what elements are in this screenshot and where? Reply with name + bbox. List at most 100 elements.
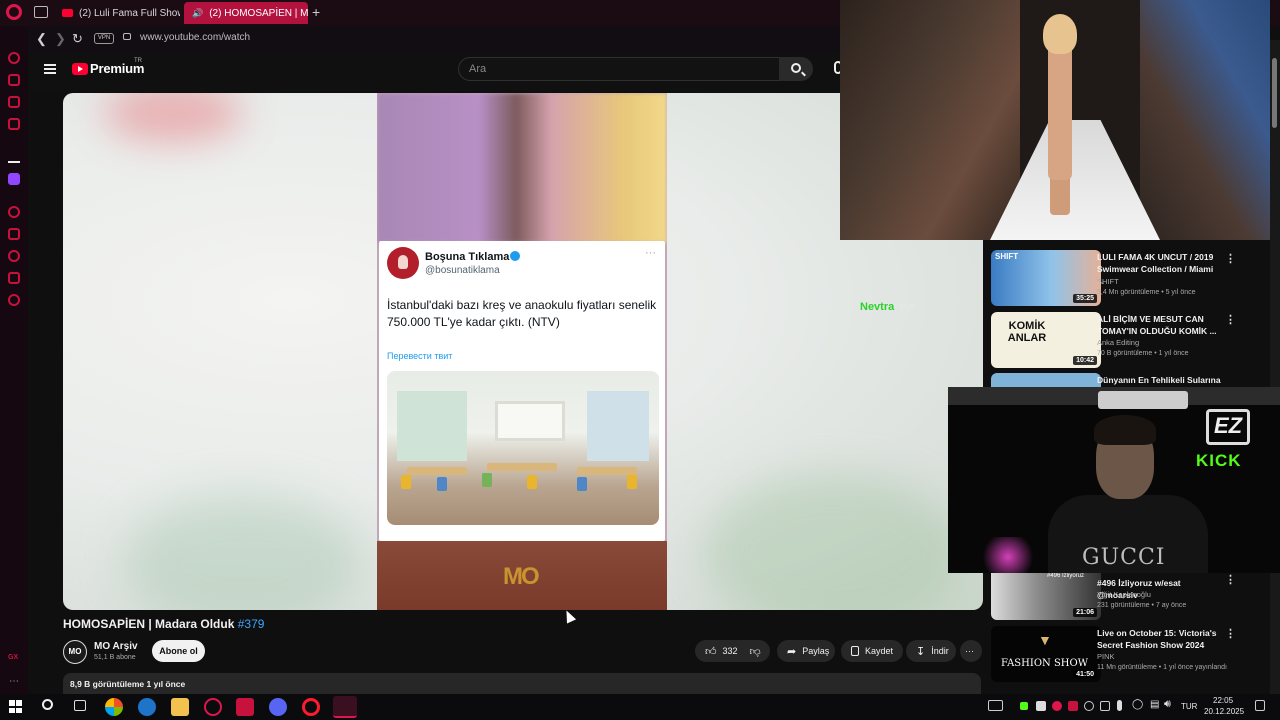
- file-explorer-icon[interactable]: [171, 698, 189, 716]
- sidebar-twitch-icon[interactable]: [8, 173, 20, 185]
- channel-name[interactable]: MO Arşiv: [94, 641, 138, 652]
- sidebar-instagram-icon[interactable]: [8, 96, 20, 108]
- headset-icon[interactable]: ◯: [1132, 699, 1143, 710]
- discord-icon[interactable]: [269, 698, 287, 716]
- channel-watermark: MO: [503, 563, 540, 590]
- tray-app-icon[interactable]: [1100, 701, 1110, 711]
- youtube-logo-icon[interactable]: [72, 63, 88, 75]
- rec-thumbnail[interactable]: KOMİK ANLAR 10:42: [991, 312, 1101, 368]
- notifications-icon[interactable]: [1255, 700, 1265, 711]
- sidebar-history-icon[interactable]: [8, 250, 20, 262]
- tweet-handle: @bosunatiklama: [425, 265, 500, 276]
- forward-icon[interactable]: ❯: [55, 31, 66, 47]
- dislike-button[interactable]: 👎︎: [750, 645, 761, 658]
- share-label: Paylaş: [802, 646, 830, 656]
- download-button[interactable]: ↧ İndir: [906, 640, 956, 662]
- rec-thumbnail[interactable]: #496 İzliyoruz 21:06: [991, 573, 1101, 620]
- rec-channel[interactable]: Yiğit Kaplanoğlu: [1097, 590, 1151, 599]
- subscribe-button[interactable]: Abone ol: [152, 640, 205, 662]
- rec-meta: 70 B görüntüleme • 1 yıl önce: [1097, 350, 1189, 357]
- opera-sidebar: GX ⋯: [0, 26, 28, 694]
- network-icon[interactable]: ▤: [1150, 699, 1159, 710]
- opera-logo-icon[interactable]: [6, 4, 22, 20]
- channel-avatar[interactable]: MO: [63, 640, 87, 664]
- rec-title[interactable]: Live on October 15: Victoria's Secret Fa…: [1097, 627, 1221, 651]
- edge-icon[interactable]: [138, 698, 156, 716]
- menu-icon[interactable]: [44, 64, 56, 74]
- rec-channel[interactable]: Anka Editing: [1097, 338, 1139, 347]
- volume-icon[interactable]: 🔊︎: [1164, 698, 1171, 711]
- windows-start-icon[interactable]: [9, 700, 22, 713]
- rec-title[interactable]: ALİ BİÇİM VE MESUT CAN TOMAY'IN OLDUĞU K…: [1097, 313, 1221, 337]
- hashtag-link[interactable]: #379: [238, 617, 265, 631]
- tab-title: (2) HOMOSAPİEN | M: [209, 7, 308, 19]
- search-input[interactable]: Ara: [458, 57, 780, 81]
- more-vert-icon[interactable]: ⋮: [1225, 573, 1236, 586]
- clock-date[interactable]: 20.12.2025: [1204, 707, 1244, 716]
- rec-meta: 231 görüntüleme • 7 ay önce: [1097, 602, 1187, 609]
- tab-menu-icon[interactable]: [34, 6, 48, 18]
- lock-icon[interactable]: [123, 33, 131, 40]
- description-box[interactable]: 8,9 B görüntüleme 1 yıl önce: [63, 673, 981, 695]
- back-icon[interactable]: ❮: [36, 31, 47, 47]
- classroom-image: [387, 371, 659, 525]
- sidebar-player-icon[interactable]: [8, 206, 20, 218]
- sidebar-gx-icon[interactable]: GX: [8, 654, 20, 666]
- shirt-logo: GUCCI: [1082, 545, 1166, 570]
- more-vert-icon[interactable]: ⋮: [1225, 313, 1236, 326]
- sidebar-messenger-icon[interactable]: [8, 74, 20, 86]
- copilot-icon[interactable]: [105, 698, 123, 716]
- opera-icon[interactable]: [302, 698, 320, 716]
- share-icon: ➦: [787, 645, 797, 658]
- clock-time[interactable]: 22:05: [1213, 696, 1233, 705]
- share-button[interactable]: ➦ Paylaş: [777, 640, 835, 662]
- tray-app-icon[interactable]: [1020, 702, 1028, 710]
- page-scrollbar[interactable]: [1270, 40, 1280, 694]
- more-vert-icon[interactable]: ⋮: [1225, 252, 1236, 265]
- tab-luli-fama[interactable]: (2) Luli Fama Full Show in: [54, 2, 180, 24]
- opera-gx-active-icon[interactable]: [333, 696, 357, 718]
- chat-overlay: Nevtra: ejo: [860, 301, 915, 313]
- download-label: İndir: [931, 646, 949, 656]
- sidebar-pinboard-icon[interactable]: [8, 228, 20, 240]
- tray-app-icon[interactable]: [1084, 701, 1094, 711]
- sidebar-more-icon[interactable]: ⋯: [9, 676, 19, 687]
- keyboard-icon[interactable]: [988, 700, 1003, 711]
- new-tab-button[interactable]: +: [312, 4, 320, 20]
- more-icon: ···: [965, 646, 974, 656]
- more-vert-icon[interactable]: ⋮: [1225, 627, 1236, 640]
- audience-left: [840, 0, 1020, 240]
- sidebar-extensions-icon[interactable]: [8, 272, 20, 284]
- tray-app-icon[interactable]: [1068, 701, 1078, 711]
- speaker-icon[interactable]: 🔊: [192, 8, 203, 19]
- more-actions-button[interactable]: ···: [960, 640, 982, 662]
- url-field[interactable]: www.youtube.com/watch: [140, 32, 250, 43]
- sidebar-vk-icon[interactable]: [8, 118, 20, 130]
- tray-app-icon[interactable]: [1036, 701, 1046, 711]
- reload-icon[interactable]: ↻: [72, 31, 83, 47]
- search-icon[interactable]: [42, 699, 53, 710]
- tab-homosapien[interactable]: 🔊 (2) HOMOSAPİEN | M: [184, 2, 308, 24]
- task-view-icon[interactable]: [74, 700, 86, 711]
- rec-thumbnail[interactable]: ▼ FASHION SHOW 41:50: [991, 626, 1101, 682]
- vpn-badge[interactable]: VPN: [94, 33, 114, 44]
- microphone-icon[interactable]: [1117, 700, 1122, 711]
- rec-channel[interactable]: SHIFT: [1097, 277, 1119, 286]
- tray-app-icon[interactable]: [1052, 701, 1062, 711]
- download-icon: ↧: [916, 645, 926, 658]
- rec-channel[interactable]: PINK: [1097, 652, 1115, 661]
- language-indicator[interactable]: TUR: [1181, 702, 1197, 711]
- like-button[interactable]: 👍︎ 332: [705, 645, 738, 658]
- sidebar-ai-icon[interactable]: [8, 151, 20, 163]
- sidebar-aria-icon[interactable]: [8, 52, 20, 64]
- video-editor-icon[interactable]: [236, 698, 254, 716]
- rec-title[interactable]: Dünyanın En Tehlikeli Sularına: [1097, 374, 1221, 386]
- sidebar-settings-icon[interactable]: [8, 294, 20, 306]
- save-button[interactable]: Kaydet: [841, 640, 903, 662]
- thumb-text: #496 İzliyoruz: [1047, 573, 1085, 579]
- rec-thumbnail[interactable]: SHIFT 35:25: [991, 250, 1101, 306]
- search-button[interactable]: [779, 57, 813, 81]
- scrollbar-thumb[interactable]: [1272, 58, 1277, 128]
- opera-gx-icon[interactable]: [204, 698, 222, 716]
- rec-thumbnail[interactable]: [991, 373, 1101, 387]
